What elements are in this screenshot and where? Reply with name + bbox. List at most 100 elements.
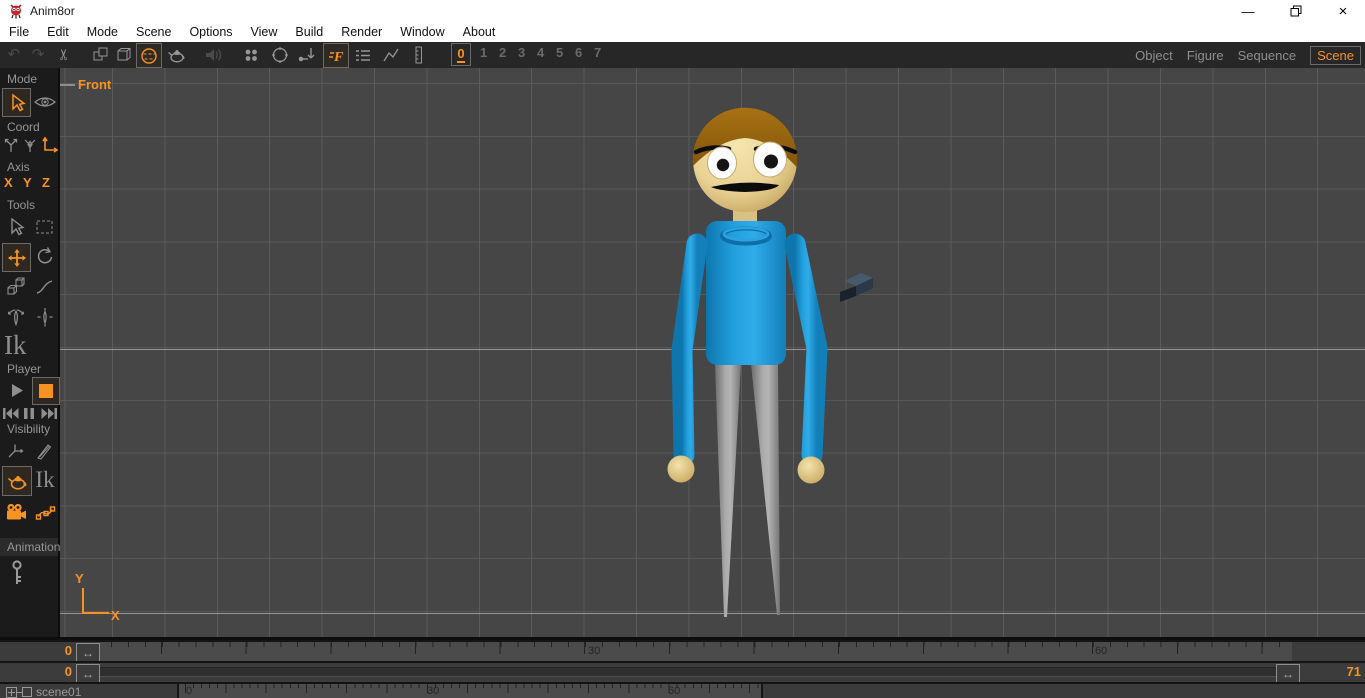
play-button[interactable] xyxy=(3,378,29,402)
menu-about[interactable]: About xyxy=(454,22,505,42)
ring-button[interactable] xyxy=(268,43,292,66)
menu-bar: File Edit Mode Scene Options View Build … xyxy=(0,22,1365,42)
show-axis-button[interactable] xyxy=(3,438,29,464)
coord-world-button[interactable] xyxy=(1,134,20,156)
mode-select-button[interactable] xyxy=(2,88,31,117)
mode-tab-sequence[interactable]: Sequence xyxy=(1238,48,1297,63)
tool-select-button[interactable] xyxy=(3,214,29,240)
character-right-pupil xyxy=(764,154,778,169)
skip-start-button[interactable] xyxy=(0,404,20,422)
character-figure[interactable] xyxy=(667,100,828,617)
menu-window[interactable]: Window xyxy=(391,22,453,42)
frame-button-4[interactable]: 4 xyxy=(537,45,544,60)
show-objects-button[interactable] xyxy=(2,466,32,496)
mode-tab-object[interactable]: Object xyxy=(1135,48,1173,63)
frame-button-0[interactable]: 0 xyxy=(451,43,471,66)
frame-button-5[interactable]: 5 xyxy=(556,45,563,60)
axis-y-button[interactable]: Y xyxy=(23,175,32,190)
restore-button[interactable] xyxy=(1281,0,1311,22)
tool-move-button[interactable] xyxy=(2,243,31,272)
track2-right-handle[interactable]: ↔ xyxy=(1276,664,1300,683)
tool-bone-rotate-button[interactable] xyxy=(3,304,29,330)
show-camera-button[interactable] xyxy=(2,498,30,526)
mode-tab-scene[interactable]: Scene xyxy=(1310,45,1361,65)
timeline-scroll-track[interactable] xyxy=(100,665,1276,680)
undo-button[interactable]: ↶ xyxy=(2,43,26,66)
redo-button[interactable]: ↷ xyxy=(26,43,50,66)
mode-tab-figure[interactable]: Figure xyxy=(1187,48,1224,63)
tree-node-icon xyxy=(22,687,32,697)
menu-mode[interactable]: Mode xyxy=(78,22,127,42)
tool-curve-button[interactable] xyxy=(32,274,58,300)
tool-bone-edit-button[interactable] xyxy=(3,274,29,300)
key-dots-button[interactable] xyxy=(239,43,263,66)
paste-button[interactable] xyxy=(112,43,136,66)
title-bar[interactable]: Anim8or — × xyxy=(0,0,1365,22)
mode-view-button[interactable] xyxy=(31,88,58,115)
axis-z-button[interactable]: Z xyxy=(42,175,50,190)
coord-screen-button[interactable] xyxy=(40,134,59,156)
menu-file[interactable]: File xyxy=(0,22,38,42)
cut-button[interactable]: ✂ xyxy=(52,43,76,66)
scene-tree-item[interactable]: scene01 xyxy=(0,684,170,698)
minimize-button[interactable]: — xyxy=(1233,0,1263,22)
track-list-icon xyxy=(356,49,370,61)
axis-y-label: Y xyxy=(75,571,84,586)
linked-cubes-icon xyxy=(7,277,25,295)
frame-ruler[interactable]: 30 60 xyxy=(100,642,1292,661)
movie-camera-icon xyxy=(7,503,26,520)
character-left-arm[interactable] xyxy=(671,233,708,466)
show-paths-button[interactable] xyxy=(32,498,59,526)
anim8or-window: Anim8or — × File Edit Mode Scene Options… xyxy=(0,0,1365,698)
track-list-button[interactable] xyxy=(351,43,375,66)
render-preview-button[interactable] xyxy=(164,43,188,66)
sound-button[interactable] xyxy=(201,43,225,66)
show-bones-button[interactable] xyxy=(32,438,58,464)
tree-expand-icon[interactable] xyxy=(6,686,17,698)
tool-bone-move-button[interactable] xyxy=(32,304,58,330)
character-left-leg[interactable] xyxy=(715,364,741,617)
drop-key-button[interactable] xyxy=(295,43,319,66)
prop-box[interactable] xyxy=(840,273,873,302)
close-button[interactable]: × xyxy=(1328,0,1358,22)
fast-render-button[interactable]: F xyxy=(323,43,349,68)
frame-button-3[interactable]: 3 xyxy=(518,45,525,60)
frame-button-7[interactable]: 7 xyxy=(594,45,601,60)
end-frame-value: 71 xyxy=(1346,664,1361,679)
track1-handle[interactable]: ↔ xyxy=(76,643,100,662)
scale-ruler-button[interactable] xyxy=(407,43,431,66)
show-ik-button[interactable]: Ik xyxy=(32,466,58,494)
character-right-arm[interactable] xyxy=(784,233,828,466)
copy-button[interactable] xyxy=(89,43,113,66)
editor-mode-switcher: Object Figure Sequence Scene xyxy=(1135,42,1361,68)
menu-view[interactable]: View xyxy=(242,22,287,42)
menu-scene[interactable]: Scene xyxy=(127,22,180,42)
sphere-select-button[interactable] xyxy=(136,43,162,68)
pause-button[interactable] xyxy=(20,404,38,422)
animate-key-button[interactable] xyxy=(6,558,28,588)
graph-editor-button[interactable] xyxy=(379,43,403,66)
tool-rotate-button[interactable] xyxy=(32,243,58,269)
curve-icon xyxy=(36,280,53,294)
character-right-hand[interactable] xyxy=(797,456,825,484)
frame-button-2[interactable]: 2 xyxy=(499,45,506,60)
tool-drag-select-button[interactable] xyxy=(32,214,58,240)
character-left-hand[interactable] xyxy=(667,455,695,483)
stop-button[interactable] xyxy=(32,377,60,405)
screen-axis-icon xyxy=(41,136,58,153)
track2-left-handle[interactable]: ↔ xyxy=(76,664,100,683)
menu-render[interactable]: Render xyxy=(332,22,391,42)
copy-icon xyxy=(93,47,108,60)
scene-viewport[interactable]: Front Y X xyxy=(60,68,1365,637)
character-right-leg[interactable] xyxy=(751,364,780,615)
frame-button-6[interactable]: 6 xyxy=(575,45,582,60)
menu-edit[interactable]: Edit xyxy=(38,22,78,42)
frame-button-1[interactable]: 1 xyxy=(480,45,487,60)
menu-options[interactable]: Options xyxy=(180,22,241,42)
menu-build[interactable]: Build xyxy=(286,22,332,42)
axis-x-button[interactable]: X xyxy=(4,175,13,190)
track1-value: 0 xyxy=(64,643,72,658)
scene-frame-ruler[interactable]: 0 30 60 xyxy=(177,684,763,698)
skip-end-button[interactable] xyxy=(39,404,59,422)
coord-object-button[interactable] xyxy=(20,134,39,156)
